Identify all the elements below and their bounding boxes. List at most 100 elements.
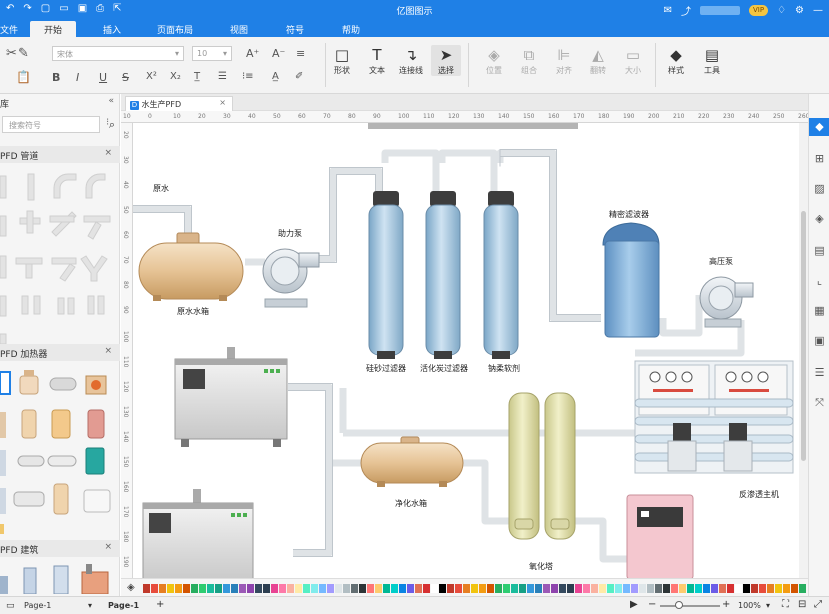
scroll-thumb[interactable]: [801, 211, 806, 461]
avatar[interactable]: [699, 6, 740, 15]
position-button[interactable]: ◈ 位置: [479, 45, 509, 76]
menu-help[interactable]: 帮助: [342, 23, 360, 36]
fill-style-icon[interactable]: ◆: [809, 118, 829, 136]
color-swatch[interactable]: [479, 584, 486, 593]
color-swatch[interactable]: [319, 584, 326, 593]
chevron-down-icon[interactable]: ▾: [88, 601, 92, 610]
color-swatch[interactable]: [791, 584, 798, 593]
document-tab[interactable]: D 水生产PFD ×: [125, 96, 233, 111]
select-tool-button[interactable]: ➤ 选择: [431, 45, 461, 76]
color-swatch[interactable]: [575, 584, 582, 593]
color-swatch[interactable]: [183, 584, 190, 593]
color-swatch[interactable]: [415, 584, 422, 593]
image-icon[interactable]: ▨: [809, 182, 829, 195]
bold-icon[interactable]: B: [52, 71, 60, 84]
color-swatch[interactable]: [455, 584, 462, 593]
color-swatch[interactable]: [695, 584, 702, 593]
drawing-canvas[interactable]: 原水 原水水箱 助力泵 硅砂过滤器 活化炭过滤器 钠柔软剂 精密滤波器 高压泵 …: [133, 123, 799, 578]
color-swatch[interactable]: [703, 584, 710, 593]
more-options-icon[interactable]: ⁝: [106, 117, 109, 128]
color-swatch[interactable]: [151, 584, 158, 593]
color-swatch[interactable]: [655, 584, 662, 593]
color-swatch[interactable]: [615, 584, 622, 593]
menu-symbols[interactable]: 符号: [286, 23, 304, 36]
color-swatch[interactable]: [383, 584, 390, 593]
color-swatch[interactable]: [639, 584, 646, 593]
fullscreen-icon[interactable]: ⤧: [809, 396, 829, 410]
close-icon[interactable]: ×: [104, 346, 112, 356]
color-swatch[interactable]: [207, 584, 214, 593]
color-swatch[interactable]: [711, 584, 718, 593]
ozone-tower[interactable]: [508, 392, 576, 540]
color-swatch[interactable]: [303, 584, 310, 593]
fill-bucket-icon[interactable]: ◈: [127, 582, 135, 593]
color-swatch[interactable]: [359, 584, 366, 593]
color-swatch[interactable]: [743, 584, 750, 593]
zoom-level[interactable]: 100%: [738, 601, 761, 610]
color-swatch[interactable]: [279, 584, 286, 593]
skin-icon[interactable]: ♢: [777, 5, 786, 16]
group-button[interactable]: ⧉ 组合: [514, 45, 544, 76]
page-tab[interactable]: Page-1: [108, 601, 139, 610]
sand-filter[interactable]: [368, 191, 404, 359]
color-swatch[interactable]: [511, 584, 518, 593]
color-swatch[interactable]: [367, 584, 374, 593]
reverse-osmosis-unit[interactable]: [634, 360, 794, 474]
minimize-icon[interactable]: —: [813, 5, 823, 16]
vertical-scrollbar[interactable]: [799, 123, 808, 578]
color-swatch[interactable]: [143, 584, 150, 593]
vip-badge[interactable]: VIP: [748, 5, 769, 16]
data-icon[interactable]: ▣: [809, 334, 829, 347]
color-swatch[interactable]: [335, 584, 342, 593]
color-swatch[interactable]: [719, 584, 726, 593]
building-symbols-grid[interactable]: [0, 560, 115, 594]
text-direction-icon[interactable]: T̲: [194, 71, 200, 82]
add-page-icon[interactable]: +: [156, 599, 164, 610]
color-swatch[interactable]: [759, 584, 766, 593]
library-section-pipes[interactable]: PFD 管道 ×: [0, 146, 120, 163]
color-swatch[interactable]: [679, 584, 686, 593]
italic-icon[interactable]: I: [76, 71, 79, 84]
color-swatch[interactable]: [287, 584, 294, 593]
underline-icon[interactable]: U: [99, 71, 107, 84]
color-swatch[interactable]: [439, 584, 446, 593]
color-swatch[interactable]: [519, 584, 526, 593]
zoom-in-icon[interactable]: +: [722, 599, 730, 610]
text-align-icon[interactable]: ≡: [296, 47, 305, 60]
color-swatch[interactable]: [215, 584, 222, 593]
history-icon[interactable]: ☰: [809, 366, 829, 379]
color-swatch[interactable]: [191, 584, 198, 593]
highlight-icon[interactable]: ✐: [295, 71, 303, 82]
color-swatch[interactable]: [783, 584, 790, 593]
color-swatch[interactable]: [727, 584, 734, 593]
color-swatch[interactable]: [543, 584, 550, 593]
color-swatch[interactable]: [167, 584, 174, 593]
color-swatch[interactable]: [487, 584, 494, 593]
share-icon[interactable]: ⤴: [681, 3, 691, 18]
color-swatch[interactable]: [535, 584, 542, 593]
menu-page-layout[interactable]: 页面布局: [157, 23, 193, 36]
color-swatch[interactable]: [391, 584, 398, 593]
color-swatch[interactable]: [295, 584, 302, 593]
fit-page-icon[interactable]: ⛶: [782, 599, 789, 610]
color-swatch[interactable]: [447, 584, 454, 593]
format-painter-icon[interactable]: ✎: [18, 46, 29, 61]
page-layout-icon[interactable]: ▭: [6, 601, 15, 611]
color-swatch[interactable]: [311, 584, 318, 593]
color-swatch[interactable]: [551, 584, 558, 593]
color-swatch[interactable]: [591, 584, 598, 593]
library-section-buildings[interactable]: PFD 建筑 ×: [0, 540, 120, 557]
heater-unit-2[interactable]: [142, 489, 254, 578]
clean-water-tank[interactable]: [360, 436, 464, 487]
color-swatch[interactable]: [247, 584, 254, 593]
color-swatch[interactable]: [503, 584, 510, 593]
color-swatch[interactable]: [351, 584, 358, 593]
menu-home[interactable]: 开始: [30, 21, 77, 37]
color-swatch[interactable]: [471, 584, 478, 593]
font-family-select[interactable]: 宋体 ▾: [52, 46, 184, 61]
layers-icon[interactable]: ◈: [809, 212, 829, 225]
color-swatch[interactable]: [623, 584, 630, 593]
color-swatch[interactable]: [767, 584, 774, 593]
color-swatch[interactable]: [343, 584, 350, 593]
settings-icon[interactable]: ⚙: [795, 5, 804, 16]
